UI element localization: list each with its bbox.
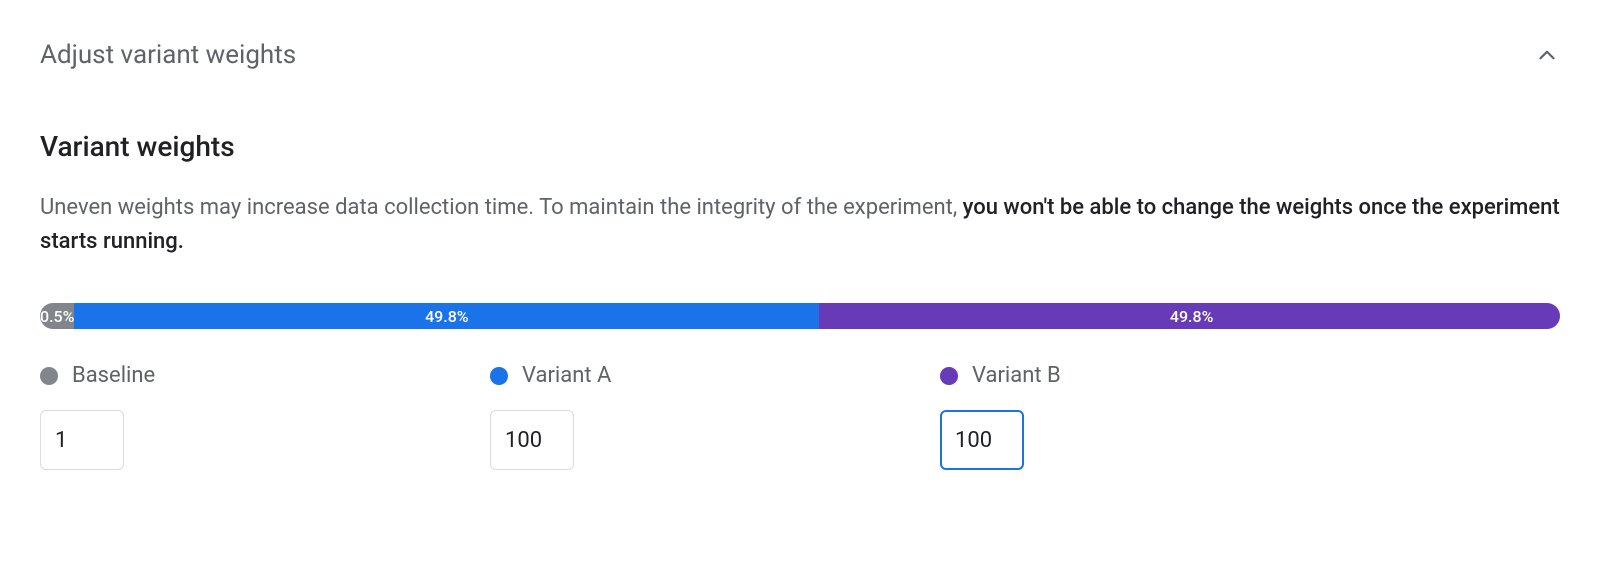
variant-a-label: Variant A bbox=[490, 363, 940, 388]
variant-a-weight-input[interactable] bbox=[490, 410, 574, 470]
baseline-weight-input[interactable] bbox=[40, 410, 124, 470]
section-header[interactable]: Adjust variant weights bbox=[40, 40, 1560, 70]
variant-b-weight-input[interactable] bbox=[940, 410, 1024, 470]
bar-segment-baseline-label: 0.5% bbox=[40, 307, 74, 326]
variant-a-name: Variant A bbox=[522, 363, 611, 388]
dot-icon bbox=[940, 367, 958, 385]
dot-icon bbox=[40, 367, 58, 385]
bar-segment-variant-b-label: 49.8% bbox=[1170, 307, 1214, 326]
variant-baseline: Baseline bbox=[40, 363, 490, 470]
bar-segment-variant-a: 49.8% bbox=[74, 303, 819, 329]
variant-baseline-name: Baseline bbox=[72, 363, 155, 388]
variant-baseline-label: Baseline bbox=[40, 363, 490, 388]
weight-distribution-bar: 0.5% 49.8% 49.8% bbox=[40, 303, 1560, 329]
chevron-up-icon[interactable] bbox=[1534, 42, 1560, 68]
variants-row: Baseline Variant A Variant B bbox=[40, 363, 1560, 470]
bar-segment-variant-b: 49.8% bbox=[819, 303, 1560, 329]
variant-b: Variant B bbox=[940, 363, 1390, 470]
variant-b-label: Variant B bbox=[940, 363, 1390, 388]
variant-weights-heading: Variant weights bbox=[40, 130, 1560, 163]
description-normal-text: Uneven weights may increase data collect… bbox=[40, 195, 963, 220]
bar-segment-variant-a-label: 49.8% bbox=[425, 307, 469, 326]
dot-icon bbox=[490, 367, 508, 385]
bar-segment-baseline: 0.5% bbox=[40, 303, 74, 329]
variant-b-name: Variant B bbox=[972, 363, 1061, 388]
variant-a: Variant A bbox=[490, 363, 940, 470]
variant-weights-description: Uneven weights may increase data collect… bbox=[40, 191, 1560, 259]
section-title: Adjust variant weights bbox=[40, 40, 296, 70]
